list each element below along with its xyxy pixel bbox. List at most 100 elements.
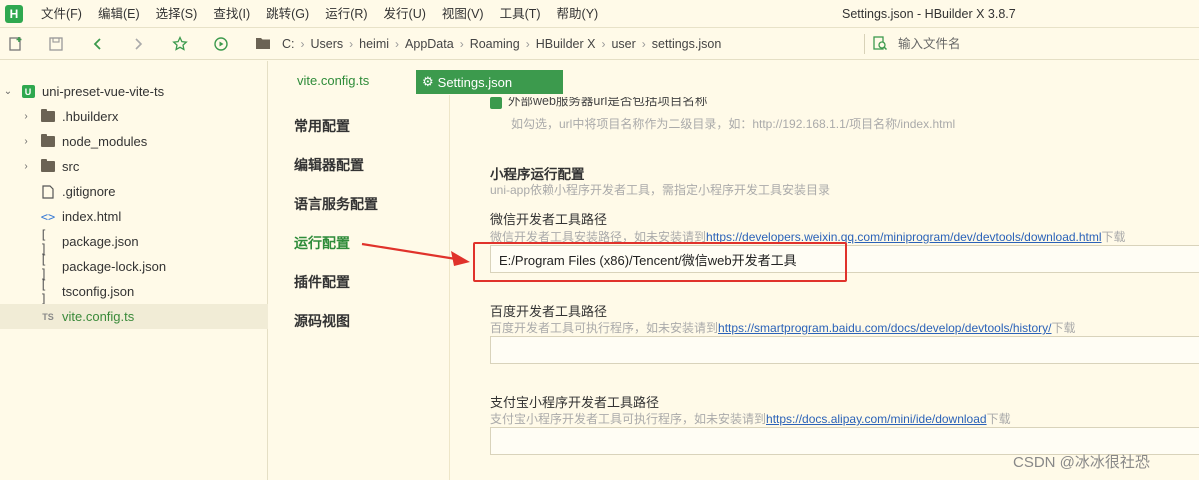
tree-item-tsconfig-json[interactable]: [ ] tsconfig.json <box>0 277 268 306</box>
menu-goto[interactable]: 跳转(G) <box>258 0 317 28</box>
project-icon: U <box>20 85 36 99</box>
tab-vite-config[interactable]: vite.config.ts <box>297 73 369 88</box>
menu-tools[interactable]: 工具(T) <box>492 0 549 28</box>
section-title: 小程序运行配置 <box>490 167 585 182</box>
window-title: Settings.json - HBuilder X 3.8.7 <box>842 7 1016 21</box>
tree-item-vite-config-ts[interactable]: TS vite.config.ts <box>0 304 268 329</box>
tree-item-package-lock-json[interactable]: [ ] package-lock.json <box>0 252 268 281</box>
folder-icon <box>256 37 270 52</box>
editor-tabbar: vite.config.ts ⚙ Settings.json <box>269 61 1199 95</box>
json-file-icon: [ ] <box>40 227 48 256</box>
chevron-right-icon[interactable]: › <box>20 161 32 172</box>
chevron-down-icon[interactable]: ⌄ <box>2 86 14 97</box>
file-search-input[interactable] <box>898 37 1198 51</box>
nav-plugins[interactable]: 插件配置 <box>294 272 350 292</box>
save-icon[interactable] <box>46 34 66 54</box>
menu-view[interactable]: 视图(V) <box>434 0 492 28</box>
breadcrumb-item[interactable]: user <box>605 37 641 51</box>
chevron-right-icon[interactable]: › <box>20 136 32 147</box>
tree-label: package-lock.json <box>62 259 167 274</box>
forward-arrow-icon[interactable] <box>128 34 148 54</box>
tree-label: node_modules <box>62 134 148 149</box>
json-file-icon: [ ] <box>40 252 48 281</box>
tree-label: src <box>62 159 80 174</box>
folder-icon <box>40 109 56 124</box>
baidu-path-input[interactable] <box>490 336 1199 364</box>
wechat-download-link[interactable]: https://developers.weixin.qq.com/minipro… <box>706 230 1102 244</box>
nav-run-config[interactable]: 运行配置 <box>294 233 350 253</box>
breadcrumb-item[interactable]: HBuilder X <box>530 37 602 51</box>
nav-source-view[interactable]: 源码视图 <box>294 311 350 331</box>
settings-nav: 常用配置 编辑器配置 语言服务配置 运行配置 插件配置 源码视图 <box>269 95 449 480</box>
tree-item-index-html[interactable]: <> index.html <box>0 204 268 229</box>
hint-text: 下载 <box>1101 230 1126 244</box>
star-icon[interactable] <box>170 34 190 54</box>
toolbar: C: › Users › heimi › AppData › Roaming › HBui… <box>0 28 1199 60</box>
hint-text: 微信开发者工具安装路径，如未安装请到 <box>490 230 707 244</box>
tree-item-gitignore[interactable]: .gitignore <box>0 179 268 204</box>
hint-text: 支付宝小程序开发者工具可执行程序，如未安装请到 <box>490 412 767 426</box>
hint-text: 下载 <box>1051 321 1076 335</box>
nav-general[interactable]: 常用配置 <box>294 116 350 136</box>
checkbox-checked-icon[interactable] <box>490 97 502 109</box>
breadcrumb-item[interactable]: heimi <box>353 37 395 51</box>
menu-items: 文件(F) 编辑(E) 选择(S) 查找(I) 跳转(G) 运行(R) 发行(U… <box>33 0 606 28</box>
folder-icon <box>40 134 56 149</box>
breadcrumb-item[interactable]: C: <box>276 37 301 51</box>
section-hint: uni-app依赖小程序开发者工具，需指定小程序开发工具安装目录 <box>490 183 831 197</box>
new-file-icon[interactable] <box>6 34 26 54</box>
tree-project-root[interactable]: ⌄ U uni-preset-vue-vite-ts <box>0 79 268 104</box>
tree-label: index.html <box>62 209 122 224</box>
menu-publish[interactable]: 发行(U) <box>376 0 434 28</box>
wechat-label: 微信开发者工具路径 <box>490 212 608 227</box>
folder-icon <box>40 159 56 174</box>
toolbar-divider <box>864 34 865 54</box>
baidu-label: 百度开发者工具路径 <box>490 304 608 319</box>
menu-file[interactable]: 文件(F) <box>33 0 90 28</box>
baidu-download-link[interactable]: https://smartprogram.baidu.com/docs/deve… <box>718 321 1052 335</box>
tab-label: Settings.json <box>437 74 513 90</box>
tree-label: vite.config.ts <box>62 309 135 324</box>
breadcrumb-item[interactable]: settings.json <box>646 37 727 51</box>
alipay-download-link[interactable]: https://docs.alipay.com/mini/ide/downloa… <box>766 412 987 426</box>
baidu-hint: 百度开发者工具可执行程序，如未安装请到https://smartprogram.… <box>490 319 1076 336</box>
run-icon[interactable] <box>211 34 231 54</box>
tree-label: package.json <box>62 234 139 249</box>
menu-find[interactable]: 查找(I) <box>205 0 258 28</box>
watermark: CSDN @冰冰很社恐 <box>1013 454 1150 471</box>
chevron-right-icon[interactable]: › <box>20 111 32 122</box>
alipay-label: 支付宝小程序开发者工具路径 <box>490 395 660 410</box>
tab-settings-json[interactable]: ⚙ Settings.json <box>416 70 563 94</box>
html-file-icon: <> <box>40 209 56 224</box>
hint-text: 百度开发者工具可执行程序，如未安装请到 <box>490 321 719 335</box>
file-search <box>872 28 1198 60</box>
tree-item-package-json[interactable]: [ ] package.json <box>0 227 268 256</box>
menu-help[interactable]: 帮助(Y) <box>549 0 607 28</box>
option-label: 外部web服务器url是否包括项目名称 <box>508 97 708 108</box>
option-hint: 如勾选，url中将项目名称作为二级目录，如：http://192.168.1.1… <box>511 117 956 131</box>
wechat-path-input[interactable]: E:/Program Files (x86)/Tencent/微信web开发者工… <box>490 245 1199 273</box>
breadcrumb: C: › Users › heimi › AppData › Roaming › HBui… <box>256 28 727 60</box>
file-icon <box>40 184 56 199</box>
tree-item-src[interactable]: › src <box>0 154 268 179</box>
breadcrumb-item[interactable]: Roaming <box>464 37 526 51</box>
hbuilder-logo-icon: H <box>5 4 23 23</box>
tree-label: .gitignore <box>62 184 116 199</box>
breadcrumb-item[interactable]: AppData <box>399 37 460 51</box>
nav-language-service[interactable]: 语言服务配置 <box>294 194 378 214</box>
file-search-icon <box>872 35 888 54</box>
menu-run[interactable]: 运行(R) <box>317 0 375 28</box>
gear-icon: ⚙ <box>422 74 434 89</box>
menu-select[interactable]: 选择(S) <box>148 0 206 28</box>
tree-item-node-modules[interactable]: › node_modules <box>0 129 268 154</box>
tree-item-hbuilderx[interactable]: › .hbuilderx <box>0 104 268 129</box>
tree-label: .hbuilderx <box>62 109 119 124</box>
nav-editor[interactable]: 编辑器配置 <box>294 155 364 175</box>
breadcrumb-item[interactable]: Users <box>305 37 350 51</box>
tree-label: tsconfig.json <box>62 284 135 299</box>
json-file-icon: [ ] <box>40 277 48 306</box>
back-arrow-icon[interactable] <box>88 34 108 54</box>
include-project-name-option[interactable]: 外部web服务器url是否包括项目名称 <box>490 97 707 109</box>
alipay-hint: 支付宝小程序开发者工具可执行程序，如未安装请到https://docs.alip… <box>490 410 1011 427</box>
menu-edit[interactable]: 编辑(E) <box>90 0 148 28</box>
